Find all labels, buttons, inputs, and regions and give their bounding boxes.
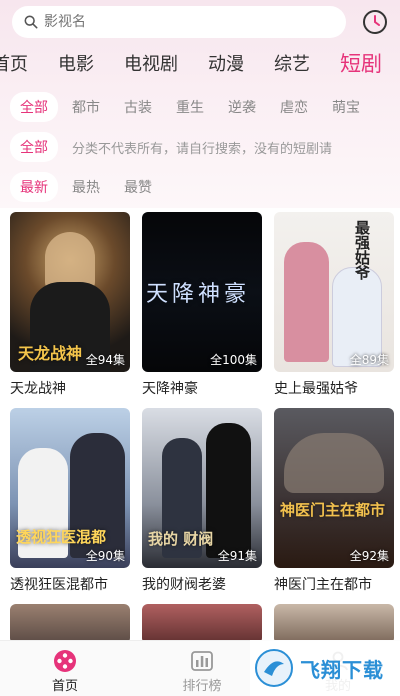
- drama-title: 神医门主在都市: [274, 577, 372, 593]
- tab-label: 排行榜: [182, 679, 222, 694]
- header: 首页 电影 电视剧 动漫 综艺 短剧 全部 都市 古装 重生 逆袭 虐恋 萌宝 …: [0, 0, 400, 208]
- genre-all[interactable]: 全部: [10, 92, 58, 122]
- search-bar[interactable]: [12, 6, 346, 38]
- drama-title: 透视狂医混都市: [10, 577, 108, 593]
- film-reel-icon: [54, 650, 76, 672]
- poster-image: 我的 财阀 全91集: [142, 408, 262, 568]
- genre-romance[interactable]: 虐恋: [280, 97, 308, 117]
- tab-anime[interactable]: 动漫: [208, 50, 244, 76]
- category-tabs: 首页 电影 电视剧 动漫 综艺 短剧: [0, 46, 400, 80]
- poster-image: 最强姑爷 全89集: [274, 212, 394, 372]
- watermark-text: 飞翔下载: [300, 657, 384, 682]
- sort-most-liked[interactable]: 最赞: [124, 177, 152, 197]
- poster-title: 天降神豪: [146, 282, 251, 307]
- episode-count: 全94集: [85, 353, 125, 367]
- poster-title: 我的 财阀: [148, 530, 214, 548]
- poster-image: [274, 604, 394, 644]
- bar-chart-icon: [191, 651, 213, 671]
- tab-movie[interactable]: 电影: [58, 50, 94, 76]
- poster-title: 神医门主在都市: [280, 501, 386, 519]
- genre-rebirth[interactable]: 重生: [176, 97, 204, 117]
- filter-note: 分类不代表所有，请自行搜索，没有的短剧请: [72, 141, 333, 157]
- tab-bottom-ranking[interactable]: 排行榜: [162, 649, 242, 694]
- filter-all[interactable]: 全部: [10, 132, 58, 162]
- poster-image: 天降神豪 全100集: [142, 212, 262, 372]
- genre-costume[interactable]: 古装: [124, 97, 152, 117]
- tab-bottom-home[interactable]: 首页: [25, 649, 105, 694]
- genre-filter: 全部 都市 古装 重生 逆袭 虐恋 萌宝: [10, 92, 384, 122]
- poster-title: 天龙战神: [18, 344, 83, 363]
- episode-count: 全92集: [349, 549, 389, 563]
- drama-title: 天龙战神: [10, 381, 66, 397]
- drama-title: 史上最强姑爷: [274, 381, 358, 397]
- poster-image: [142, 604, 262, 644]
- tab-home[interactable]: 首页: [0, 50, 28, 76]
- genre-cute-baby[interactable]: 萌宝: [332, 97, 360, 117]
- tab-variety[interactable]: 综艺: [274, 50, 310, 76]
- genre-comeback[interactable]: 逆袭: [228, 97, 256, 117]
- tab-label: 首页: [51, 679, 78, 694]
- genre-urban[interactable]: 都市: [72, 97, 100, 117]
- watermark-logo-icon: [255, 649, 293, 687]
- tab-tv[interactable]: 电视剧: [124, 50, 178, 76]
- drama-title: 我的财阀老婆: [142, 577, 226, 593]
- drama-title: 天降神豪: [142, 381, 198, 397]
- search-input[interactable]: [44, 14, 304, 30]
- poster-image: 透视狂医混都 全90集: [10, 408, 130, 568]
- history-icon[interactable]: [362, 9, 388, 35]
- notice-row: 全部 分类不代表所有，请自行搜索，没有的短剧请: [10, 132, 332, 162]
- sort-newest[interactable]: 最新: [10, 172, 58, 202]
- sort-filter: 最新 最热 最赞: [10, 172, 176, 202]
- poster-title: 最强姑爷: [353, 220, 371, 280]
- episode-count: 全90集: [85, 549, 125, 563]
- episode-count: 全100集: [210, 353, 257, 367]
- poster-image: [10, 604, 130, 644]
- poster-image: 天龙战神 全94集: [10, 212, 130, 372]
- search-icon: [24, 15, 38, 29]
- sort-hottest[interactable]: 最热: [72, 177, 100, 197]
- tab-short-drama[interactable]: 短剧: [340, 48, 382, 78]
- watermark: 飞翔下载: [250, 640, 400, 696]
- poster-title: 透视狂医混都: [16, 528, 107, 546]
- episode-count: 全91集: [217, 549, 257, 563]
- episode-count: 全89集: [349, 353, 389, 367]
- poster-image: 神医门主在都市 全92集: [274, 408, 394, 568]
